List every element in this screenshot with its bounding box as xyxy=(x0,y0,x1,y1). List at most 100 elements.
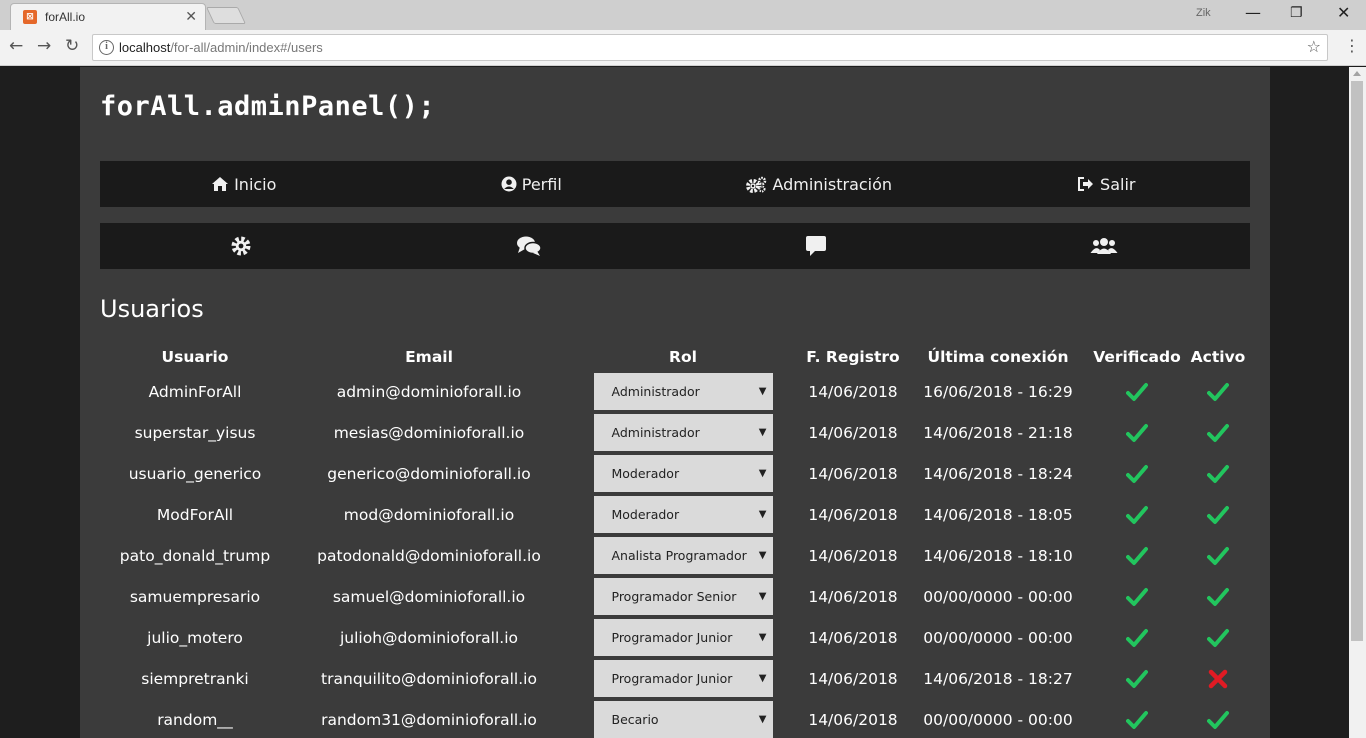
sign-out-icon xyxy=(1078,177,1094,191)
username-link[interactable]: superstar_yisus xyxy=(100,412,290,453)
reload-icon[interactable]: ↻ xyxy=(65,36,79,56)
nav-item-perfil[interactable]: Perfil xyxy=(388,161,676,207)
dropdown-arrow-icon: ▼ xyxy=(758,550,767,561)
verified-cell xyxy=(1088,658,1186,699)
table-row: random__ random31@dominioforall.io Becario… xyxy=(100,699,1250,738)
active-check-icon[interactable] xyxy=(1207,505,1229,524)
active-cell xyxy=(1186,371,1250,412)
restore-icon[interactable]: ❐ xyxy=(1290,5,1303,21)
verified-check-icon[interactable] xyxy=(1126,546,1148,565)
users-table: Usuario Email Rol F. Registro Última con… xyxy=(100,343,1250,738)
subnav-settings[interactable] xyxy=(100,223,388,269)
role-cell: Moderador ▼ xyxy=(568,494,798,535)
username-link[interactable]: pato_donald_trump xyxy=(100,535,290,576)
username-link[interactable]: AdminForAll xyxy=(100,371,290,412)
verified-check-icon[interactable] xyxy=(1126,423,1148,442)
verified-check-icon[interactable] xyxy=(1126,464,1148,483)
username-link[interactable]: ModForAll xyxy=(100,494,290,535)
verified-check-icon[interactable] xyxy=(1126,382,1148,401)
username-link[interactable]: samuempresario xyxy=(100,576,290,617)
profile-name[interactable]: Zik xyxy=(1196,7,1211,19)
column-header[interactable]: Rol xyxy=(568,343,798,371)
page-scrollbar[interactable] xyxy=(1349,67,1366,738)
username-link[interactable]: random__ xyxy=(100,699,290,738)
tab-title: forAll.io xyxy=(45,10,86,24)
user-email: samuel@dominioforall.io xyxy=(332,587,526,606)
verified-check-icon[interactable] xyxy=(1126,669,1148,688)
last-login: 00/00/0000 - 00:00 xyxy=(923,710,1073,729)
role-select-value: Programador Senior xyxy=(611,589,737,604)
bookmark-star-icon[interactable]: ☆ xyxy=(1307,37,1321,56)
role-select[interactable]: Moderador ▼ xyxy=(593,455,773,492)
registration-date: 14/06/2018 xyxy=(808,710,898,729)
scroll-up-arrow-icon[interactable] xyxy=(1353,71,1361,76)
column-header[interactable]: Activo xyxy=(1186,343,1250,371)
column-header[interactable]: Usuario xyxy=(100,343,290,371)
column-header[interactable]: F. Registro xyxy=(798,343,908,371)
username-link[interactable]: siempretranki xyxy=(100,658,290,699)
role-select-value: Administrador xyxy=(611,425,700,440)
username-link[interactable]: usuario_generico xyxy=(100,453,290,494)
nav-item-salir[interactable]: Salir xyxy=(963,161,1251,207)
verified-cell xyxy=(1088,617,1186,658)
role-select[interactable]: Moderador ▼ xyxy=(593,496,773,533)
role-select[interactable]: Administrador ▼ xyxy=(593,414,773,451)
verified-check-icon[interactable] xyxy=(1126,710,1148,729)
nav-item-inicio[interactable]: Inicio xyxy=(100,161,388,207)
active-check-icon[interactable] xyxy=(1207,546,1229,565)
page-viewport: forAll.adminPanel(); Inicio Perfil Admin… xyxy=(0,67,1349,738)
subnav-comments[interactable] xyxy=(675,223,963,269)
column-header[interactable]: Verificado xyxy=(1088,343,1186,371)
cogs-icon xyxy=(746,176,767,193)
nav-item-administracion[interactable]: Administración xyxy=(675,161,963,207)
new-tab-button[interactable] xyxy=(206,7,246,24)
scroll-thumb[interactable] xyxy=(1351,81,1363,641)
dropdown-arrow-icon: ▼ xyxy=(758,632,767,643)
active-check-icon[interactable] xyxy=(1207,423,1229,442)
subnav-users[interactable] xyxy=(963,223,1251,269)
active-check-icon[interactable] xyxy=(1207,382,1229,401)
role-select[interactable]: Programador Senior ▼ xyxy=(593,578,773,615)
verified-check-icon[interactable] xyxy=(1126,587,1148,606)
column-header[interactable]: Email xyxy=(290,343,568,371)
registration-date: 14/06/2018 xyxy=(808,382,898,401)
user-email: mesias@dominioforall.io xyxy=(333,423,525,442)
nav-label: Administración xyxy=(772,174,893,194)
forward-icon[interactable]: → xyxy=(37,36,51,56)
verified-check-icon[interactable] xyxy=(1126,628,1148,647)
subnav-forums[interactable] xyxy=(388,223,676,269)
close-window-icon[interactable]: ✕ xyxy=(1337,3,1350,22)
username-link[interactable]: julio_motero xyxy=(100,617,290,658)
address-bar[interactable]: i localhost/for-all/admin/index#/users ☆ xyxy=(92,34,1328,61)
column-header[interactable]: Última conexión xyxy=(908,343,1088,371)
minimize-icon[interactable]: — xyxy=(1245,3,1261,22)
browser-tab[interactable]: ⊠ forAll.io ✕ xyxy=(10,3,206,30)
back-icon[interactable]: ← xyxy=(9,36,23,56)
last-login: 14/06/2018 - 18:10 xyxy=(923,546,1073,565)
role-select[interactable]: Analista Programador ▼ xyxy=(593,537,773,574)
role-select[interactable]: Programador Junior ▼ xyxy=(593,619,773,656)
inactive-cross-icon[interactable] xyxy=(1207,669,1229,688)
tab-close-icon[interactable]: ✕ xyxy=(185,8,197,25)
active-check-icon[interactable] xyxy=(1207,628,1229,647)
role-cell: Programador Junior ▼ xyxy=(568,617,798,658)
role-select[interactable]: Programador Junior ▼ xyxy=(593,660,773,697)
main-nav: Inicio Perfil Administración Salir xyxy=(100,161,1250,207)
role-select[interactable]: Administrador ▼ xyxy=(593,373,773,410)
browser-menu-icon[interactable]: ⋮ xyxy=(1344,36,1360,55)
browser-toolbar: ← → ↻ i localhost/for-all/admin/index#/u… xyxy=(0,30,1366,66)
users-icon xyxy=(1090,238,1118,254)
active-check-icon[interactable] xyxy=(1207,587,1229,606)
verified-check-icon[interactable] xyxy=(1126,505,1148,524)
dropdown-arrow-icon: ▼ xyxy=(758,386,767,397)
role-select-value: Programador Junior xyxy=(611,671,733,686)
info-icon[interactable]: i xyxy=(99,40,114,55)
table-row: ModForAll mod@dominioforall.io Moderador ▼ 1… xyxy=(100,494,1250,535)
last-login: 14/06/2018 - 18:27 xyxy=(923,669,1073,688)
registration-date: 14/06/2018 xyxy=(808,669,898,688)
registration-date: 14/06/2018 xyxy=(808,628,898,647)
role-select[interactable]: Becario ▼ xyxy=(593,701,773,738)
active-check-icon[interactable] xyxy=(1207,464,1229,483)
active-check-icon[interactable] xyxy=(1207,710,1229,729)
url-text[interactable]: localhost/for-all/admin/index#/users xyxy=(119,40,323,55)
